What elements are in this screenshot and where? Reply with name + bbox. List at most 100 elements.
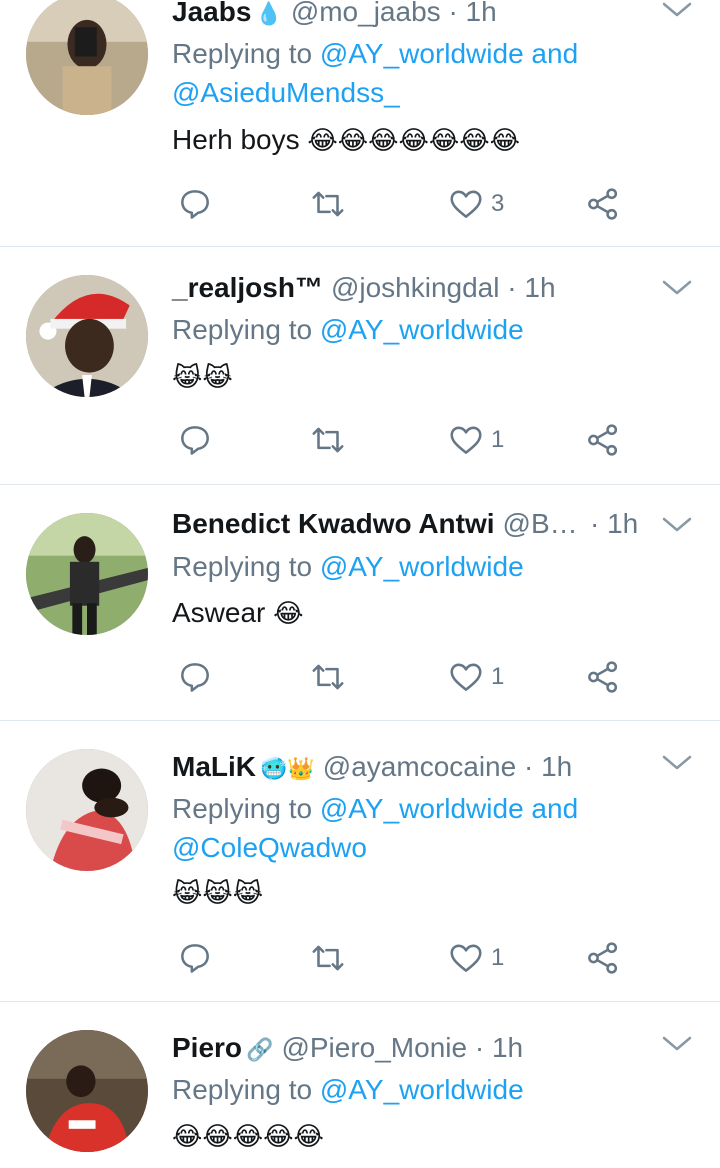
mention-link[interactable]: @AY_worldwide — [320, 1074, 524, 1105]
chevron-down-icon[interactable] — [660, 749, 694, 775]
timestamp-wrap: · 1h — [590, 504, 638, 544]
retweet-icon — [312, 945, 344, 971]
like-count: 1 — [491, 426, 505, 453]
retweet-button[interactable] — [309, 936, 347, 980]
heart-icon — [450, 426, 482, 454]
retweet-icon — [312, 191, 344, 217]
divider — [0, 484, 720, 485]
share-button[interactable] — [584, 418, 622, 462]
chevron-down-icon[interactable] — [660, 0, 694, 22]
like-button[interactable]: 1 — [447, 936, 504, 980]
retweet-icon — [312, 427, 344, 453]
share-icon — [588, 424, 618, 456]
handle[interactable]: @mo_jaabs — [291, 0, 441, 27]
action-bar: 1 — [172, 936, 642, 980]
mention-link[interactable]: @AY_worldwide — [320, 551, 524, 582]
replying-label: Replying to — [172, 551, 313, 582]
timestamp[interactable]: · 1h — [590, 508, 638, 539]
tweet-header: Jaabs 💧 @mo_jaabs · 1h — [172, 0, 497, 32]
replying-label: Replying to — [172, 38, 313, 69]
timestamp[interactable]: · 1h — [475, 1032, 523, 1063]
avatar[interactable] — [26, 513, 148, 635]
replying-to: Replying to @AY_worldwide — [172, 1070, 692, 1109]
action-bar: 3 — [172, 182, 642, 226]
tweet-emoji: 😂😂😂😂😂😂😂 — [307, 125, 521, 155]
chevron-down-icon[interactable] — [660, 1030, 694, 1056]
handle[interactable]: @joshkingdal — [331, 272, 500, 303]
tweet-text: 😹😹 — [172, 357, 233, 397]
like-button[interactable]: 1 — [447, 655, 504, 699]
share-button[interactable] — [584, 182, 622, 226]
share-icon — [588, 942, 618, 974]
avatar[interactable] — [26, 749, 148, 871]
replying-label: Replying to — [172, 1074, 313, 1105]
reply-button[interactable] — [176, 936, 214, 980]
mention-link[interactable]: @ColeQwadwo — [172, 832, 367, 863]
display-name[interactable]: MaLiK — [172, 751, 256, 782]
tweet-header: _realjosh™ @joshkingdal · 1h — [172, 268, 556, 308]
tweet-text: Aswear 😂 — [172, 593, 304, 633]
like-button[interactable]: 1 — [447, 418, 504, 462]
chevron-down-icon[interactable] — [660, 511, 694, 537]
tweet-emoji: 😂😂😂😂😂 — [172, 1121, 324, 1151]
handle[interactable]: @Piero_Monie — [281, 1032, 467, 1063]
divider — [0, 1001, 720, 1002]
replying-to: Replying to @AY_worldwide and @AsieduMen… — [172, 34, 692, 112]
avatar[interactable] — [26, 275, 148, 397]
display-name[interactable]: _realjosh™ — [172, 272, 323, 303]
tweet-text-words: Aswear — [172, 597, 266, 628]
timestamp[interactable]: · 1h — [448, 0, 496, 27]
like-count: 3 — [491, 190, 505, 217]
heart-icon — [450, 663, 482, 691]
handle[interactable]: @B… — [503, 508, 578, 539]
retweet-button[interactable] — [309, 655, 347, 699]
reply-button[interactable] — [176, 182, 214, 226]
reply-icon — [181, 426, 209, 455]
tweet-text: 😹😹😹 — [172, 873, 263, 913]
mention-link[interactable]: @AY_worldwide — [320, 314, 524, 345]
action-bar: 1 — [172, 655, 642, 699]
reply-icon — [181, 944, 209, 973]
replying-to: Replying to @AY_worldwide and @ColeQwadw… — [172, 789, 692, 867]
tweet-text: Herh boys 😂😂😂😂😂😂😂 — [172, 120, 520, 160]
replying-to: Replying to @AY_worldwide — [172, 547, 692, 586]
name-emoji: 💧 — [255, 1, 283, 26]
retweet-button[interactable] — [309, 418, 347, 462]
reply-button[interactable] — [176, 655, 214, 699]
display-name[interactable]: Benedict Kwadwo Antwi — [172, 508, 495, 539]
tweet-text: 😂😂😂😂😂 — [172, 1116, 324, 1156]
retweet-icon — [312, 664, 344, 690]
display-name[interactable]: Jaabs — [172, 0, 251, 27]
like-button[interactable]: 3 — [447, 182, 504, 226]
like-count: 1 — [491, 944, 505, 971]
tweet-header: MaLiK 🥶👑 @ayamcocaine · 1h — [172, 747, 572, 787]
replying-to: Replying to @AY_worldwide — [172, 310, 692, 349]
tweet-header: Benedict Kwadwo Antwi @B… — [172, 504, 578, 544]
share-button[interactable] — [584, 655, 622, 699]
mention-link[interactable]: @AY_worldwide and — [320, 38, 578, 69]
chevron-down-icon[interactable] — [660, 274, 694, 300]
share-icon — [588, 661, 618, 693]
reply-icon — [181, 663, 209, 692]
avatar[interactable] — [26, 0, 148, 115]
tweet-emoji: 😂 — [273, 598, 304, 628]
timestamp[interactable]: · 1h — [507, 272, 555, 303]
handle[interactable]: @ayamcocaine — [323, 751, 516, 782]
retweet-button[interactable] — [309, 182, 347, 226]
mention-link[interactable]: @AY_worldwide and — [320, 793, 578, 824]
reply-icon — [181, 190, 209, 219]
action-bar: 1 — [172, 418, 642, 462]
tweet-emoji: 😹😹😹 — [172, 878, 264, 908]
avatar[interactable] — [26, 1030, 148, 1152]
mention-link[interactable]: @AsieduMendss_ — [172, 77, 400, 108]
reply-button[interactable] — [176, 418, 214, 462]
tweet-text-words: Herh boys — [172, 124, 300, 155]
share-button[interactable] — [584, 936, 622, 980]
display-name[interactable]: Piero — [172, 1032, 242, 1063]
like-count: 1 — [491, 663, 505, 690]
timestamp[interactable]: · 1h — [524, 751, 572, 782]
heart-icon — [450, 944, 482, 972]
name-emoji: 🥶👑 — [260, 756, 315, 781]
divider — [0, 246, 720, 247]
replying-label: Replying to — [172, 314, 313, 345]
